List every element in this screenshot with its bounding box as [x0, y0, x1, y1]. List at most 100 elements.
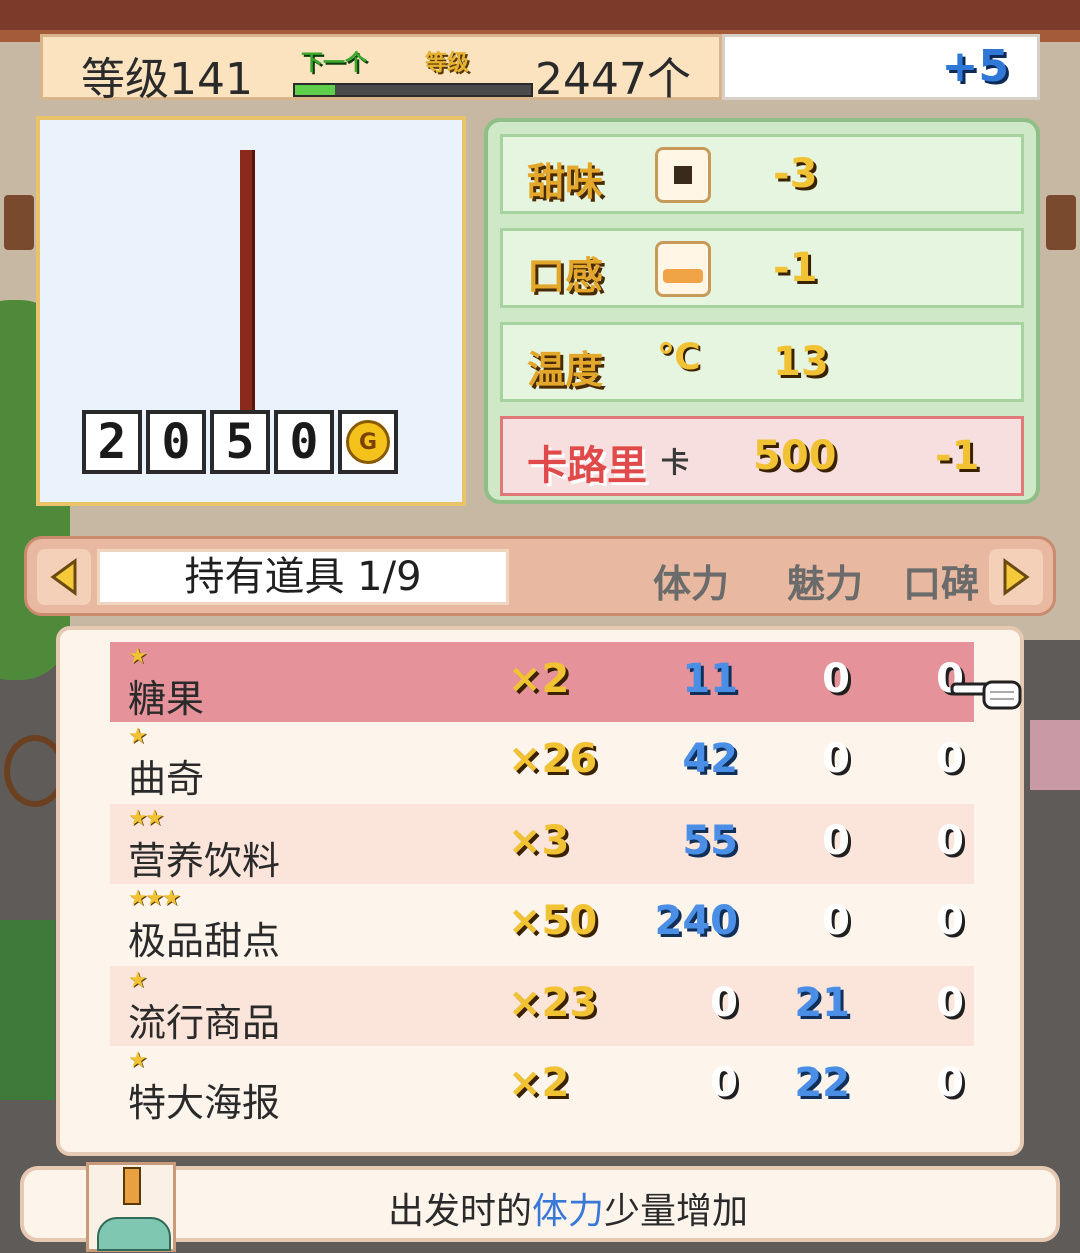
prev-page-button[interactable]	[37, 549, 91, 605]
attributes-panel: 甜味 -3 口感 -1 温度 ℃ 13 卡路里 卡 500 -1	[484, 118, 1040, 504]
list-item[interactable]: ★ 特大海报 ×2 0 22 0	[110, 1046, 974, 1126]
attr-calories-unit: 卡	[661, 446, 690, 479]
description-text: 出发时的体力少量增加	[388, 1182, 748, 1234]
item-description-bar: 出发时的体力少量增加	[20, 1162, 1060, 1252]
arrow-left-icon	[50, 558, 77, 596]
rarity-stars: ★★★	[128, 886, 181, 911]
lamp-left-decoration	[4, 195, 34, 250]
item-reputation: 0	[936, 898, 964, 944]
item-charm: 0	[822, 898, 850, 944]
item-name: 极品甜点	[128, 919, 281, 963]
candy-stick-image	[240, 150, 252, 420]
level-panel: 等级141 下一个 等级 2447个	[40, 34, 722, 105]
attr-sweet-value: -3	[773, 151, 818, 197]
attr-calories-label: 卡路里	[527, 443, 647, 489]
flowers-decoration	[1030, 720, 1080, 790]
description-suffix: 少量增加	[604, 1191, 749, 1232]
list-item[interactable]: ★ 流行商品 ×23 0 21 0	[110, 966, 974, 1046]
description-prefix: 出发时的	[388, 1191, 533, 1232]
item-charm: 0	[822, 818, 850, 864]
item-stamina: 11	[682, 656, 738, 702]
column-header-reputation: 口碑	[903, 562, 980, 606]
inventory-title: 持有道具 1/9	[97, 549, 509, 605]
attr-sweet: 甜味 -3	[500, 134, 1024, 214]
list-item[interactable]: ★ 糖果 ×2 11 0 0	[110, 642, 974, 722]
price-digit: 5	[210, 410, 270, 474]
attr-texture-value: -1	[773, 245, 818, 291]
scale-thumbnail-icon	[86, 1162, 176, 1252]
inventory-tab-bar: 持有道具 1/9 体力 魅力 口碑	[24, 536, 1056, 616]
rarity-stars: ★	[128, 1048, 148, 1073]
attr-temperature-label: 温度	[527, 348, 604, 392]
gold-coin-icon: G	[338, 410, 398, 474]
price-digit: 0	[146, 410, 206, 474]
level-count: 2447个	[535, 54, 691, 105]
attr-calories-value: 500	[753, 433, 837, 479]
lamp-right-decoration	[1046, 195, 1076, 250]
item-stamina: 42	[682, 736, 738, 782]
next-page-button[interactable]	[989, 549, 1043, 605]
item-name: 特大海报	[128, 1081, 281, 1125]
rarity-stars: ★★	[128, 806, 164, 831]
hedge-decoration	[0, 920, 55, 1100]
item-name: 糖果	[128, 677, 205, 721]
description-highlight: 体力	[532, 1191, 605, 1232]
level-tag: 等级	[425, 51, 470, 76]
list-item[interactable]: ★★ 营养饮料 ×3 55 0 0	[110, 804, 974, 884]
attr-calories: 卡路里 卡 500 -1	[500, 416, 1024, 496]
item-preview: 2 0 5 0 G	[36, 116, 466, 506]
item-quantity: ×2	[508, 656, 570, 702]
level-status-bar: 等级141 下一个 等级 2447个 +5	[40, 34, 1040, 105]
item-charm: 21	[794, 980, 850, 1026]
attr-calories-modifier: -1	[935, 433, 980, 479]
texture-block-icon	[655, 241, 711, 297]
column-header-stamina: 体力	[653, 562, 730, 606]
sweet-square-icon	[655, 147, 711, 203]
price-display: 2 0 5 0 G	[82, 410, 398, 474]
item-quantity: ×50	[508, 898, 598, 944]
bonus-panel: +5	[722, 34, 1040, 100]
rarity-stars: ★	[128, 724, 148, 749]
item-name: 曲奇	[128, 757, 205, 801]
item-stamina: 0	[710, 980, 738, 1026]
item-name: 营养饮料	[128, 839, 281, 883]
item-quantity: ×2	[508, 1060, 570, 1106]
item-charm: 0	[822, 736, 850, 782]
item-charm: 0	[822, 656, 850, 702]
currency-symbol: G	[346, 420, 390, 464]
level-progress-bar	[293, 83, 533, 97]
item-stamina: 55	[682, 818, 738, 864]
pointing-hand-cursor-icon	[950, 680, 1022, 710]
item-reputation: 0	[936, 818, 964, 864]
column-header-charm: 魅力	[787, 562, 864, 606]
celsius-icon: ℃	[657, 337, 701, 378]
rarity-stars: ★	[128, 644, 148, 669]
price-digit: 2	[82, 410, 142, 474]
rarity-stars: ★	[128, 968, 148, 993]
attr-texture: 口感 -1	[500, 228, 1024, 308]
bonus-value: +5	[941, 41, 1009, 92]
level-progress-fill	[295, 85, 336, 95]
attr-sweet-label: 甜味	[527, 160, 604, 204]
attr-texture-label: 口感	[527, 254, 604, 298]
item-reputation: 0	[936, 980, 964, 1026]
item-reputation: 0	[936, 1060, 964, 1106]
item-name: 流行商品	[128, 1001, 281, 1045]
level-label: 等级141	[81, 54, 253, 105]
item-reputation: 0	[936, 736, 964, 782]
list-item[interactable]: ★★★ 极品甜点 ×50 240 0 0	[110, 884, 974, 964]
price-digit: 0	[274, 410, 334, 474]
attr-temperature: 温度 ℃ 13	[500, 322, 1024, 402]
list-item[interactable]: ★ 曲奇 ×26 42 0 0	[110, 722, 974, 802]
item-stamina: 240	[654, 898, 739, 944]
item-charm: 22	[794, 1060, 850, 1106]
item-list: ★ 糖果 ×2 11 0 0 ★ 曲奇 ×26 42 0 0 ★★ 营养饮料 ×…	[56, 626, 1024, 1156]
arrow-right-icon	[1003, 558, 1030, 596]
next-label: 下一个	[301, 51, 368, 76]
item-quantity: ×23	[508, 980, 598, 1026]
item-stamina: 0	[710, 1060, 738, 1106]
roof-beam	[0, 0, 1080, 30]
item-quantity: ×3	[508, 818, 570, 864]
item-quantity: ×26	[508, 736, 598, 782]
attr-temperature-value: 13	[773, 339, 829, 385]
